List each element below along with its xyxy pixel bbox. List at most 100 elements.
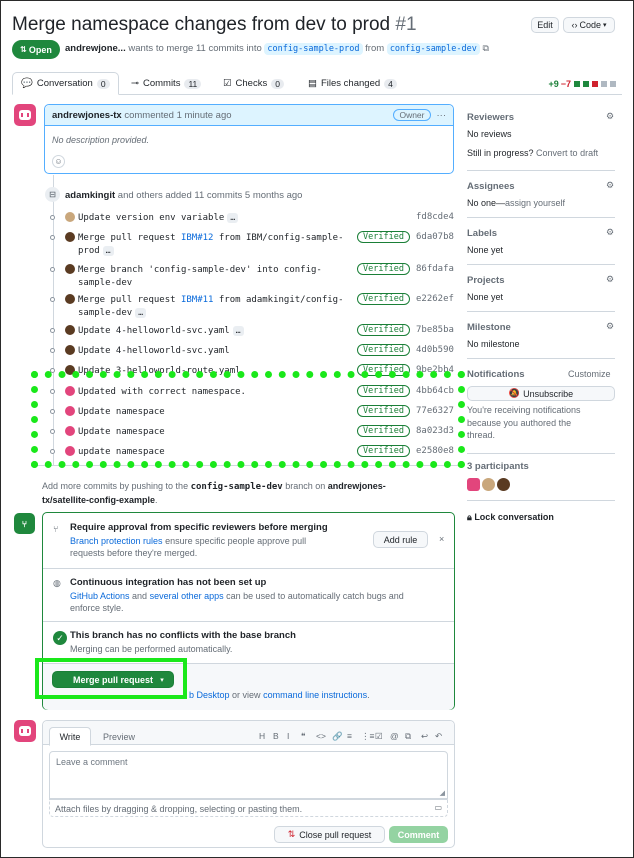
close-pull-request-button[interactable]: ⇅ Close pull request: [274, 826, 385, 843]
expand-ellipsis-icon[interactable]: …: [227, 213, 239, 223]
commit-sha[interactable]: 7be85ba: [416, 325, 454, 335]
close-icon[interactable]: ×: [439, 534, 444, 544]
owner-badge: Owner: [393, 109, 431, 121]
avatar[interactable]: [65, 325, 75, 335]
expand-ellipsis-icon[interactable]: …: [102, 246, 114, 256]
assign-yourself-link[interactable]: assign yourself: [505, 198, 565, 208]
diffstat-square: [592, 81, 598, 87]
octocat-avatar-composer[interactable]: [14, 720, 36, 742]
comment-button[interactable]: Comment: [389, 826, 448, 843]
resize-handle-icon[interactable]: ◢: [440, 789, 445, 797]
author-link[interactable]: andrewjone...: [65, 43, 126, 54]
github-actions-link[interactable]: GitHub Actions: [70, 591, 130, 601]
tab-commits[interactable]: ⊸ Commits 11: [131, 72, 202, 95]
edit-button[interactable]: Edit: [531, 17, 559, 33]
expand-ellipsis-icon[interactable]: …: [232, 326, 244, 336]
desktop-link[interactable]: b Desktop: [189, 690, 230, 700]
avatar[interactable]: [65, 212, 75, 222]
milestone-title[interactable]: Milestone: [467, 322, 511, 333]
commit-message[interactable]: Merge pull request IBM#11 from adamkingi…: [78, 294, 344, 320]
gear-icon[interactable]: ⚙: [606, 227, 614, 238]
toolbar-icon[interactable]: ⧉: [405, 731, 411, 742]
toolbar-icon[interactable]: B: [273, 731, 279, 741]
tab-preview[interactable]: Preview: [103, 732, 135, 742]
avatar[interactable]: [65, 294, 75, 304]
toolbar-icon[interactable]: ↶: [435, 731, 442, 742]
comment-textarea[interactable]: Leave a comment ◢: [49, 751, 448, 799]
add-rule-button[interactable]: Add rule: [373, 531, 428, 548]
commit-message[interactable]: Merge pull request IBM#12 from IBM/confi…: [78, 232, 344, 258]
customize-link[interactable]: Customize: [568, 369, 611, 379]
toolbar-icon[interactable]: ❝: [301, 731, 306, 742]
tab-write[interactable]: Write: [49, 727, 91, 746]
verified-badge[interactable]: Verified: [357, 344, 410, 356]
code-button[interactable]: ‹› Code ▾: [563, 17, 615, 33]
commit-pr-link[interactable]: IBM#11: [181, 295, 214, 305]
toolbar-icon[interactable]: ⋮≡: [361, 731, 374, 742]
projects-title[interactable]: Projects: [467, 275, 505, 286]
toolbar-icon[interactable]: ↩: [421, 731, 428, 742]
other-apps-link[interactable]: several other apps: [150, 591, 224, 601]
commit-sha[interactable]: 6da07b8: [416, 232, 454, 242]
lock-conversation[interactable]: 🔒︎ Lock conversation: [467, 512, 554, 523]
reviewers-title[interactable]: Reviewers: [467, 112, 514, 123]
toolbar-icon[interactable]: H: [259, 731, 265, 741]
commits-time[interactable]: 5 months ago: [245, 190, 303, 201]
merge-cli-text: b Desktop or view command line instructi…: [189, 690, 370, 700]
comment-author[interactable]: andrewjones-tx: [52, 110, 122, 121]
avatar[interactable]: [65, 345, 75, 355]
gear-icon[interactable]: ⚙: [606, 274, 614, 285]
verified-badge[interactable]: Verified: [357, 263, 410, 275]
gear-icon[interactable]: ⚙: [606, 180, 614, 191]
toolbar-icon[interactable]: ☑: [375, 731, 383, 742]
copy-icon[interactable]: ⧉: [482, 43, 488, 53]
avatar[interactable]: [467, 478, 480, 491]
kebab-menu-icon[interactable]: ···: [437, 110, 447, 121]
attach-files-area[interactable]: Attach files by dragging & dropping, sel…: [49, 799, 448, 817]
tab-files-changed[interactable]: ▤ Files changed 4: [308, 72, 397, 95]
labels-title[interactable]: Labels: [467, 228, 497, 239]
commit-row: Update 4-helloworld-svc.yaml Verified 4d0b…: [44, 343, 456, 363]
toolbar-icon[interactable]: ≡: [347, 731, 352, 741]
emoji-reaction-icon[interactable]: ☺: [52, 155, 65, 168]
commit-pr-link[interactable]: IBM#12: [181, 233, 214, 243]
commit-sha[interactable]: 86fdafa: [416, 264, 454, 274]
commit-sha[interactable]: fd8cde4: [416, 212, 454, 222]
avatar[interactable]: [65, 232, 75, 242]
commit-message[interactable]: Merge branch 'config-sample-dev' into co…: [78, 264, 322, 290]
gear-icon[interactable]: ⚙: [606, 321, 614, 332]
commits-actor[interactable]: adamkingit: [65, 190, 115, 201]
toolbar-icon[interactable]: <>: [316, 731, 326, 741]
markdown-icon[interactable]: ▭: [434, 803, 442, 812]
toolbar-icon[interactable]: 🔗: [332, 731, 343, 742]
octocat-avatar[interactable]: [14, 104, 36, 126]
verified-badge[interactable]: Verified: [357, 231, 410, 243]
cli-link[interactable]: command line instructions: [263, 690, 367, 700]
expand-ellipsis-icon[interactable]: …: [135, 308, 147, 318]
avatar[interactable]: [482, 478, 495, 491]
tab-conversation[interactable]: 💬 Conversation 0: [12, 72, 119, 95]
add-more-repo-1[interactable]: andrewjones-: [328, 481, 386, 491]
verified-badge[interactable]: Verified: [357, 293, 410, 305]
add-more-repo-2[interactable]: tx/satellite-config-example: [42, 495, 155, 505]
toolbar-icon[interactable]: I: [287, 731, 289, 741]
avatar[interactable]: [65, 264, 75, 274]
head-branch[interactable]: config-sample-dev: [386, 43, 480, 55]
commit-message[interactable]: Update 4-helloworld-svc.yaml…: [78, 325, 244, 338]
commit-message[interactable]: Update version env variable…: [78, 212, 239, 225]
gear-icon[interactable]: ⚙: [606, 111, 614, 122]
commit-sha[interactable]: e2262ef: [416, 294, 454, 304]
branch-protection-link[interactable]: Branch protection rules: [70, 536, 163, 546]
assignees-title[interactable]: Assignees: [467, 181, 515, 192]
toolbar-icon[interactable]: @: [390, 731, 399, 741]
avatar[interactable]: [497, 478, 510, 491]
comment-time[interactable]: 1 minute ago: [177, 110, 232, 121]
base-branch[interactable]: config-sample-prod: [264, 43, 363, 55]
verified-badge[interactable]: Verified: [357, 324, 410, 336]
commit-message-text: Merge branch 'config-sample-dev' into co…: [78, 265, 322, 275]
commit-message[interactable]: Update 4-helloworld-svc.yaml: [78, 345, 230, 358]
unsubscribe-button[interactable]: 🔕 Unsubscribe: [467, 386, 615, 401]
convert-draft-link[interactable]: Convert to draft: [536, 148, 598, 158]
tab-checks[interactable]: ☑ Checks 0: [223, 72, 284, 95]
commit-sha[interactable]: 4d0b590: [416, 345, 454, 355]
